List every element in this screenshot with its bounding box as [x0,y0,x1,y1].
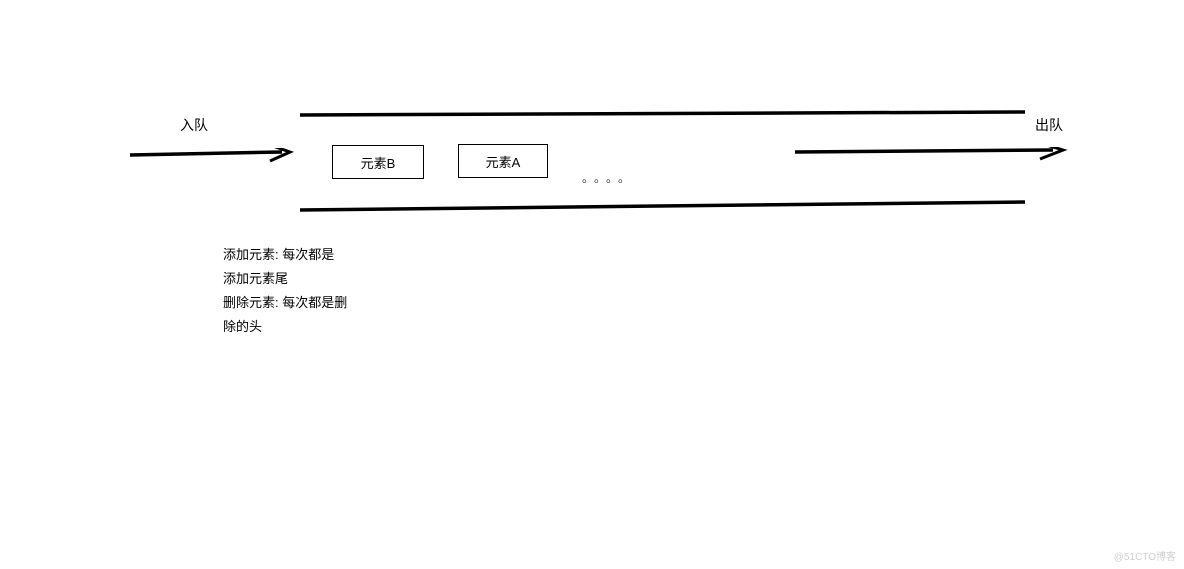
ellipsis-label: 。。。。 [582,169,636,186]
desc-line-2: 添加元素尾 [223,267,347,291]
desc-line-4: 除的头 [223,315,347,339]
element-b-label: 元素B [361,153,396,172]
element-box-b: 元素B [332,145,424,179]
enqueue-arrow-icon [130,148,300,168]
description-text: 添加元素: 每次都是 添加元素尾 删除元素: 每次都是删 除的头 [223,243,347,339]
queue-top-line [300,110,1030,120]
queue-bottom-line [300,200,1030,215]
element-a-label: 元素A [486,152,521,171]
dequeue-label: 出队 [1035,115,1063,135]
element-box-a: 元素A [458,144,548,178]
watermark-text: @51CTO博客 [1114,548,1176,563]
diagram-canvas: 入队 出队 元素B 元素A 。。。。 添加元素: 每次都是 添加元素尾 删除元素… [0,0,1184,569]
dequeue-arrow-icon [795,147,1070,167]
enqueue-label: 入队 [180,115,208,135]
desc-line-1: 添加元素: 每次都是 [223,243,347,267]
desc-line-3: 删除元素: 每次都是删 [223,291,347,315]
